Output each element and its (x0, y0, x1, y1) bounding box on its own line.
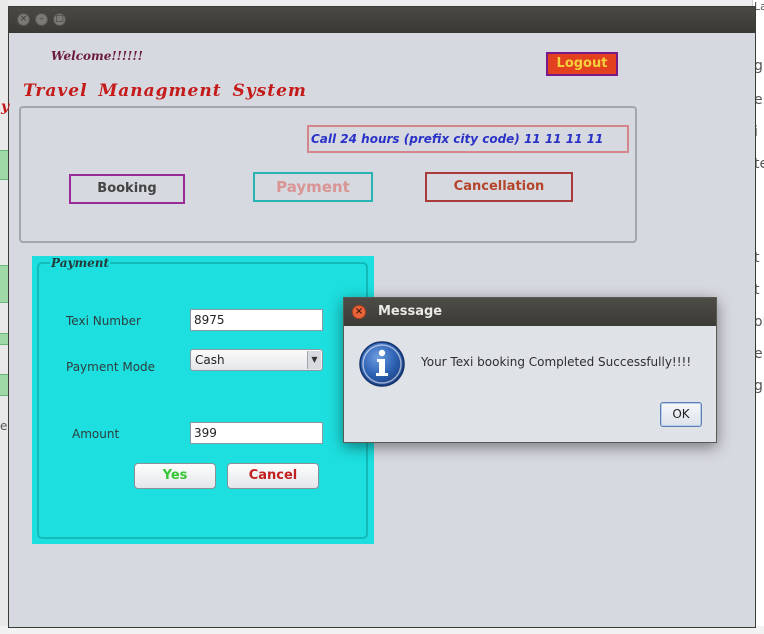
dialog-message: Your Texi booking Completed Successfully… (421, 355, 692, 369)
cancellation-button[interactable]: Cancellation (425, 172, 573, 202)
background-left-green-block (0, 333, 8, 345)
booking-button[interactable]: Booking (69, 174, 185, 204)
taxi-number-label: Texi Number (66, 314, 141, 328)
payment-button[interactable]: Payment (253, 172, 373, 202)
welcome-text: Welcome!!!!!! (51, 49, 143, 63)
title-fragment: y (1, 99, 10, 115)
yes-button[interactable]: Yes (134, 463, 216, 489)
ok-button[interactable]: OK (660, 402, 702, 427)
dialog-titlebar[interactable]: × Message (344, 298, 716, 326)
payment-legend: Payment (50, 256, 111, 270)
message-dialog: × Message Your Texi booking Completed Su… (343, 297, 717, 443)
cancel-button[interactable]: Cancel (227, 463, 319, 489)
background-left-green-block (0, 374, 8, 396)
payment-panel-border (37, 262, 368, 539)
background-left-green-block (0, 265, 8, 303)
amount-label: Amount (72, 427, 120, 441)
taxi-number-field[interactable]: 8975 (190, 309, 323, 331)
minimize-icon[interactable]: – (35, 13, 48, 26)
background-left-green-block (0, 150, 8, 180)
payment-mode-value: Cash (195, 353, 225, 367)
navigation-panel: Call 24 hours (prefix city code) 11 11 1… (19, 106, 637, 243)
background-left-strip (0, 0, 8, 634)
payment-mode-label: Payment Mode (66, 360, 156, 374)
maximize-icon[interactable]: □ (53, 13, 66, 26)
payment-mode-select[interactable]: Cash ▼ (190, 349, 323, 371)
app-title: Travel Managment System (23, 81, 307, 101)
dialog-title: Message (378, 304, 443, 319)
chevron-down-icon[interactable]: ▼ (307, 351, 321, 369)
close-icon[interactable]: × (352, 305, 366, 319)
info-icon (359, 341, 405, 387)
close-icon[interactable]: × (17, 13, 30, 26)
payment-panel: Payment Texi Number 8975 Payment Mode Ca… (32, 256, 374, 544)
window-titlebar[interactable]: × – □ (9, 7, 755, 33)
logout-button[interactable]: Logout (546, 52, 618, 76)
amount-field[interactable]: 399 (190, 422, 323, 444)
call-info-label: Call 24 hours (prefix city code) 11 11 1… (307, 125, 629, 153)
